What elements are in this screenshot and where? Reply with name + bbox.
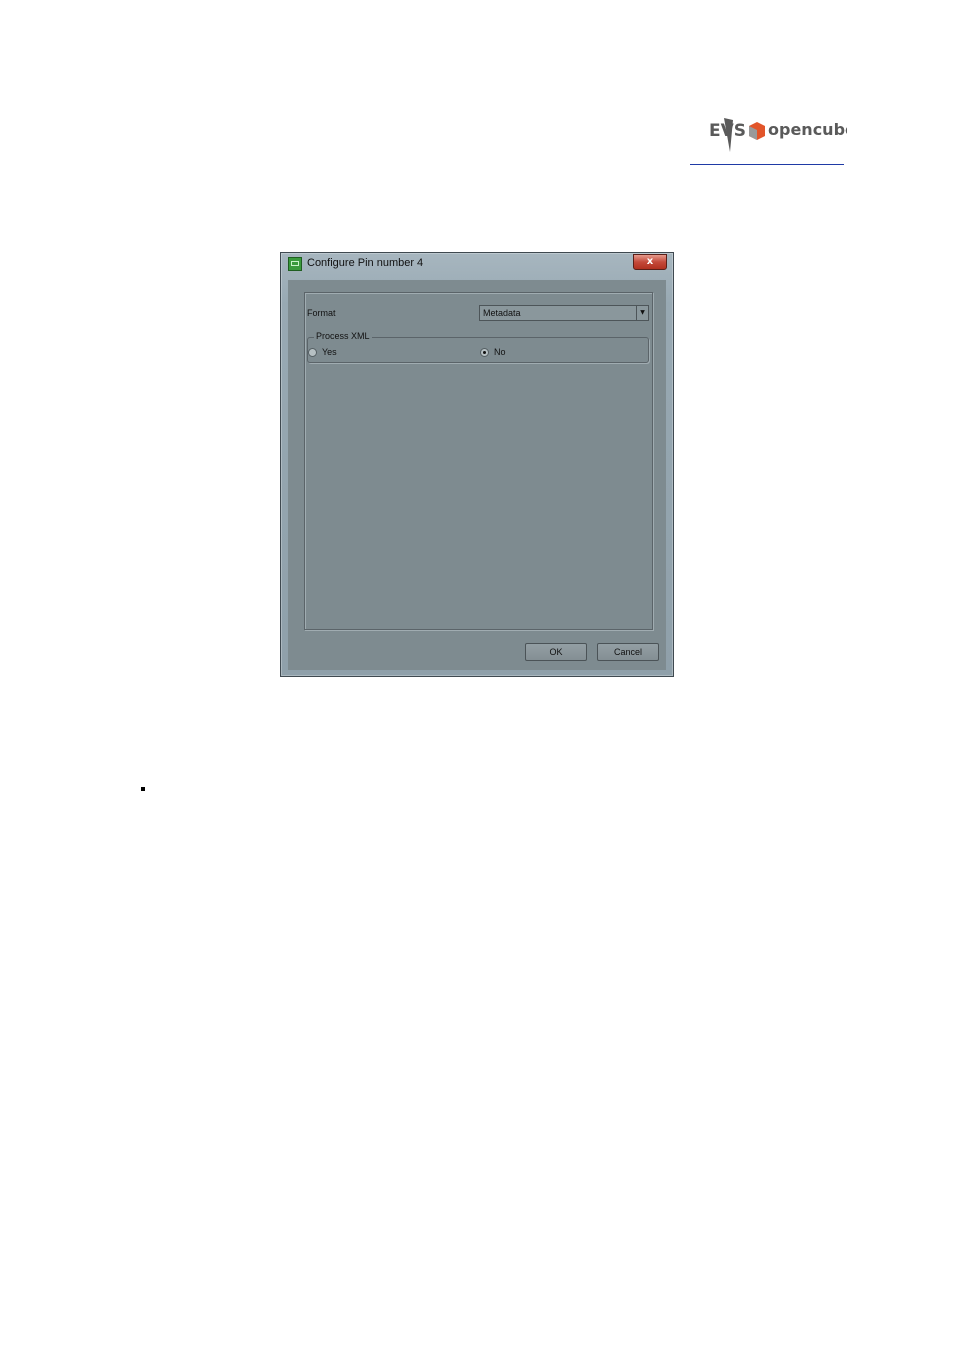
settings-panel: Format Metadata ▼ Process XML Yes No bbox=[304, 292, 653, 630]
radio-yes-label: Yes bbox=[322, 347, 337, 357]
format-dropdown[interactable]: Metadata ▼ bbox=[479, 305, 649, 321]
cancel-button[interactable]: Cancel bbox=[597, 643, 659, 661]
chevron-down-icon[interactable]: ▼ bbox=[636, 306, 648, 320]
header-rule bbox=[690, 164, 844, 165]
dialog-title: Configure Pin number 4 bbox=[307, 257, 424, 269]
configure-pin-dialog: Configure Pin number 4 x Format Metadata… bbox=[280, 252, 674, 677]
radio-no-label: No bbox=[494, 347, 506, 357]
process-xml-group: Process XML Yes No bbox=[307, 331, 649, 363]
app-icon bbox=[288, 257, 302, 271]
ok-button[interactable]: OK bbox=[525, 643, 587, 661]
list-bullet bbox=[141, 787, 145, 791]
close-button[interactable]: x bbox=[633, 254, 667, 270]
format-dropdown-value: Metadata bbox=[483, 308, 521, 318]
radio-yes-circle[interactable] bbox=[308, 347, 317, 357]
svg-text:opencube: opencube bbox=[768, 120, 847, 139]
process-xml-label: Process XML bbox=[314, 331, 372, 341]
title-bar[interactable]: Configure Pin number 4 x bbox=[281, 253, 673, 279]
dialog-client-area: Format Metadata ▼ Process XML Yes No OK … bbox=[288, 280, 666, 670]
radio-no-circle[interactable] bbox=[480, 347, 489, 357]
radio-no[interactable]: No bbox=[480, 347, 506, 357]
close-icon: x bbox=[646, 256, 654, 267]
format-label: Format bbox=[307, 308, 336, 318]
evs-opencube-logo: EVS opencube bbox=[707, 112, 856, 156]
radio-yes[interactable]: Yes bbox=[308, 347, 337, 357]
